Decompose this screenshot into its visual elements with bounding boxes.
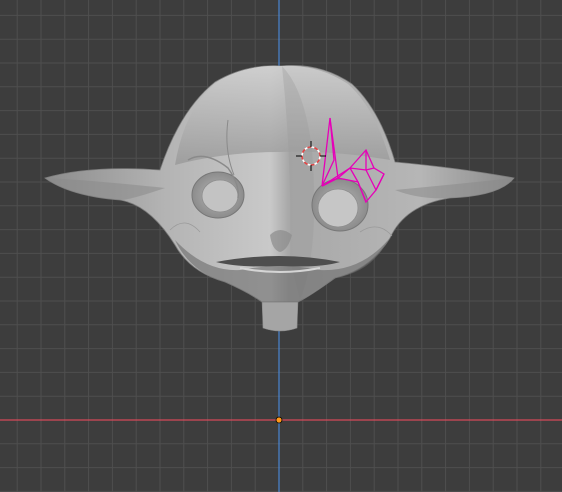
3d-viewport[interactable] [0,0,562,492]
viewport-canvas[interactable] [0,0,562,492]
world-origin-icon [275,416,283,424]
head-mesh[interactable] [44,65,515,332]
